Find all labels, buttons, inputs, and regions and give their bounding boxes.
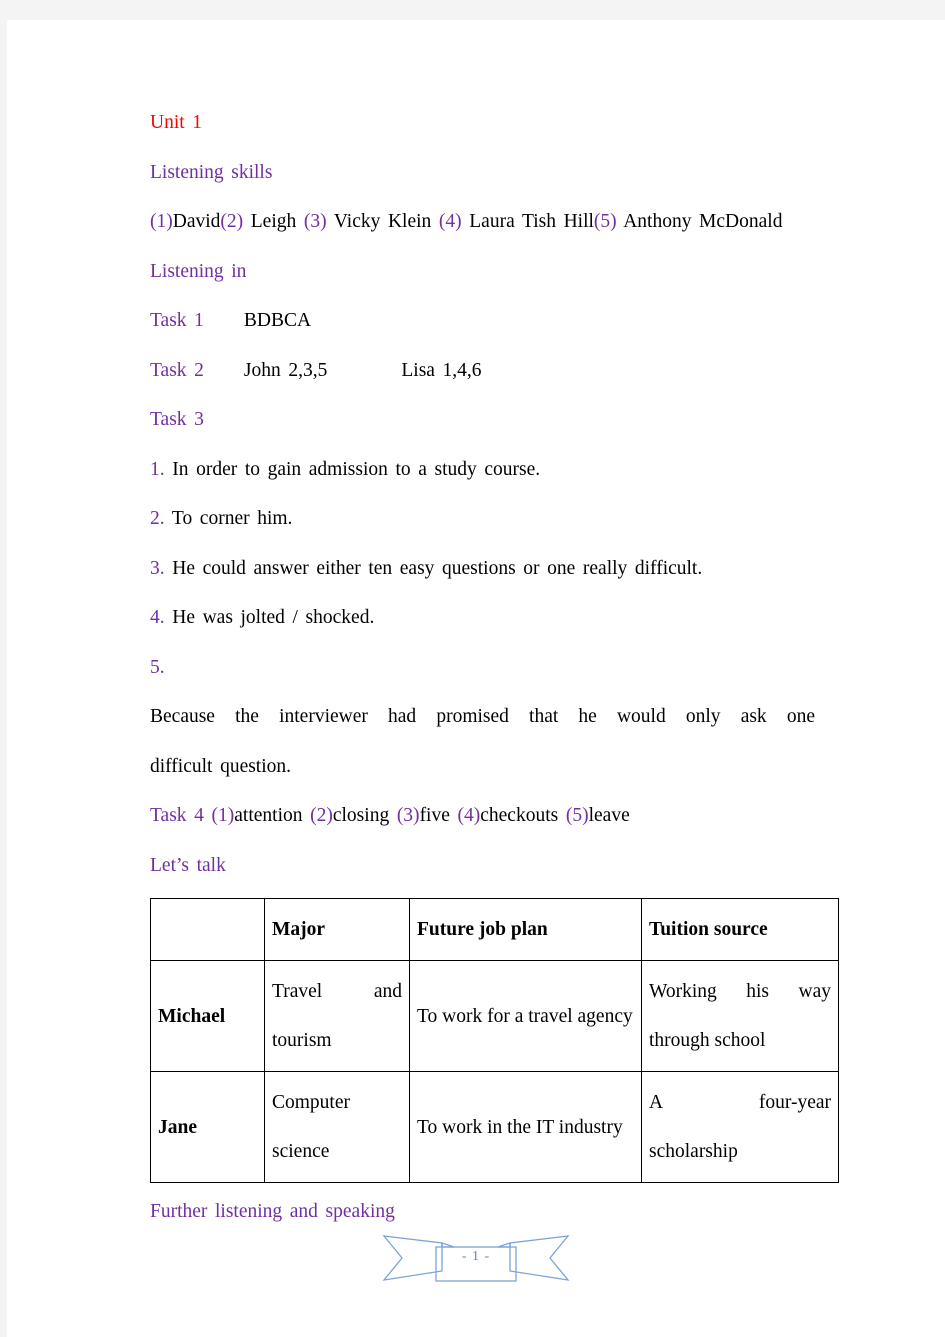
task-3-item: 1. In order to gain admission to a study… xyxy=(150,445,815,495)
task-3-item: 3. He could answer either ten easy quest… xyxy=(150,544,815,594)
table-cell-major-text: Computer science xyxy=(272,1092,350,1162)
task-2-row: Task 2 John 2,3,5 Lisa 1,4,6 xyxy=(150,346,815,396)
task-3-label-row: Task 3 xyxy=(150,395,815,445)
table-row: Michael Travel and tourism To work for a… xyxy=(150,960,839,1072)
table-cell-tuition-source-text: A four-year scholarship xyxy=(649,1092,831,1162)
unit-title: Unit 1 xyxy=(150,98,815,148)
task-3-label: Task 3 xyxy=(150,409,204,430)
table-cell-major: Computer science xyxy=(264,1071,410,1183)
listening-skills-answers: (1)David(2) Leigh (3) Vicky Klein (4) La… xyxy=(150,197,815,247)
task-4-number: (5) xyxy=(565,805,589,826)
answer-number: (5) xyxy=(593,211,617,232)
task-4-number: (2) xyxy=(310,805,333,826)
unit-title-text: Unit 1 xyxy=(150,112,203,133)
heading-listening-in-text: Listening in xyxy=(150,260,247,282)
task-3-item-text: To corner him. xyxy=(171,508,293,529)
task-2-john-label: John xyxy=(243,359,281,381)
table-header-major: Major xyxy=(264,898,410,961)
task-3-item-text: In order to gain admission to a study co… xyxy=(172,458,541,480)
task-3-item-number: 3. xyxy=(150,557,165,579)
task-3-item: 5. Because the interviewer had promised … xyxy=(150,643,815,792)
table-row: Jane Computer science To work in the IT … xyxy=(150,1071,839,1183)
heading-lets-talk: Let’s talk xyxy=(150,841,815,891)
answer-text: Vicky Klein xyxy=(333,211,432,232)
task-2-lisa-label: Lisa xyxy=(401,359,435,381)
task-3-item: 4. He was jolted / shocked. xyxy=(150,593,815,643)
table-cell-future-job-plan: To work for a travel agency xyxy=(409,960,642,1072)
answer-number: (4) xyxy=(438,211,462,232)
answer-text: Laura Tish Hill xyxy=(469,211,594,232)
task-4-answer: leave xyxy=(588,805,630,826)
table-cell-name: Jane xyxy=(150,1071,265,1183)
task-3-item-number: 5. xyxy=(150,656,165,678)
answer-number: (1) xyxy=(150,211,173,232)
task-3-item-text: He could answer either ten easy question… xyxy=(172,557,703,579)
task-1-label: Task 1 xyxy=(150,310,204,331)
page-canvas: Unit 1 Listening skills (1)David(2) Leig… xyxy=(0,0,945,1337)
table-header-blank xyxy=(150,898,265,961)
table-cell-future-job-plan-text: To work for a travel agency xyxy=(417,1005,633,1027)
page-gutter-top xyxy=(0,0,945,20)
answer-number: (3) xyxy=(303,211,327,232)
table-cell-tuition-source: A four-year scholarship xyxy=(641,1071,839,1183)
task-3-item-number: 1. xyxy=(150,458,165,480)
task-4-number: (4) xyxy=(457,805,481,826)
task-3-item-text: He was jolted / shocked. xyxy=(172,607,375,628)
table-header-tuition-source: Tuition source xyxy=(641,898,839,961)
task-4-label: Task 4 xyxy=(150,805,204,826)
task-4-row: Task 4 (1)attention (2)closing (3)five (… xyxy=(150,791,815,841)
table-cell-name: Michael xyxy=(150,960,265,1072)
document-body: Unit 1 Listening skills (1)David(2) Leig… xyxy=(150,98,839,1237)
task-2-john-answer: 2,3,5 xyxy=(288,359,328,381)
task-2-label: Task 2 xyxy=(150,359,204,381)
answer-text: Anthony McDonald xyxy=(623,211,783,232)
answer-text: Leigh xyxy=(250,211,297,232)
heading-listening-skills: Listening skills xyxy=(150,148,815,198)
task-4-number: (3) xyxy=(396,805,420,826)
task-1-answer: BDBCA xyxy=(243,310,312,331)
heading-listening-skills-text: Listening skills xyxy=(150,161,273,183)
task-3-item-text-continued: difficult question. xyxy=(150,755,292,777)
lets-talk-table: Major Future job plan Tuition source Mic… xyxy=(150,898,839,1183)
task-4-answer: attention xyxy=(234,805,303,826)
page-number-ribbon: - 1 - xyxy=(376,1216,576,1296)
task-3-item-text: Because the interviewer had promised tha… xyxy=(150,706,815,727)
table-cell-tuition-source: Working his way through school xyxy=(641,960,839,1072)
table-cell-future-job-plan: To work in the IT industry xyxy=(409,1071,642,1183)
table-cell-major-text: Travel and tourism xyxy=(272,981,402,1051)
task-1-row: Task 1 BDBCA xyxy=(150,296,815,346)
task-4-number: (1) xyxy=(211,805,235,826)
heading-lets-talk-text: Let’s talk xyxy=(150,854,226,876)
table-cell-major: Travel and tourism xyxy=(264,960,410,1072)
page-gutter-left xyxy=(0,0,7,1337)
table-cell-future-job-plan-text: To work in the IT industry xyxy=(417,1116,623,1138)
task-2-lisa-answer: 1,4,6 xyxy=(442,359,482,381)
table-cell-tuition-source-text: Working his way through school xyxy=(649,981,831,1051)
answer-number: (2) xyxy=(220,211,244,232)
page-sheet: Unit 1 Listening skills (1)David(2) Leig… xyxy=(7,20,945,1337)
task-4-answer: checkouts xyxy=(480,805,559,826)
task-3-item-number: 2. xyxy=(150,508,165,529)
task-3-item-number: 4. xyxy=(150,607,165,628)
task-3-item: 2. To corner him. xyxy=(150,494,815,544)
task-4-answer: closing xyxy=(332,805,390,826)
table-header-row: Major Future job plan Tuition source xyxy=(150,898,839,961)
table-header-future-job-plan: Future job plan xyxy=(409,898,642,961)
page-footer: - 1 - xyxy=(7,1216,945,1326)
page-number: - 1 - xyxy=(461,1249,491,1264)
heading-listening-in: Listening in xyxy=(150,247,815,297)
task-4-answer: five xyxy=(419,805,450,826)
answer-text: David xyxy=(172,211,221,232)
